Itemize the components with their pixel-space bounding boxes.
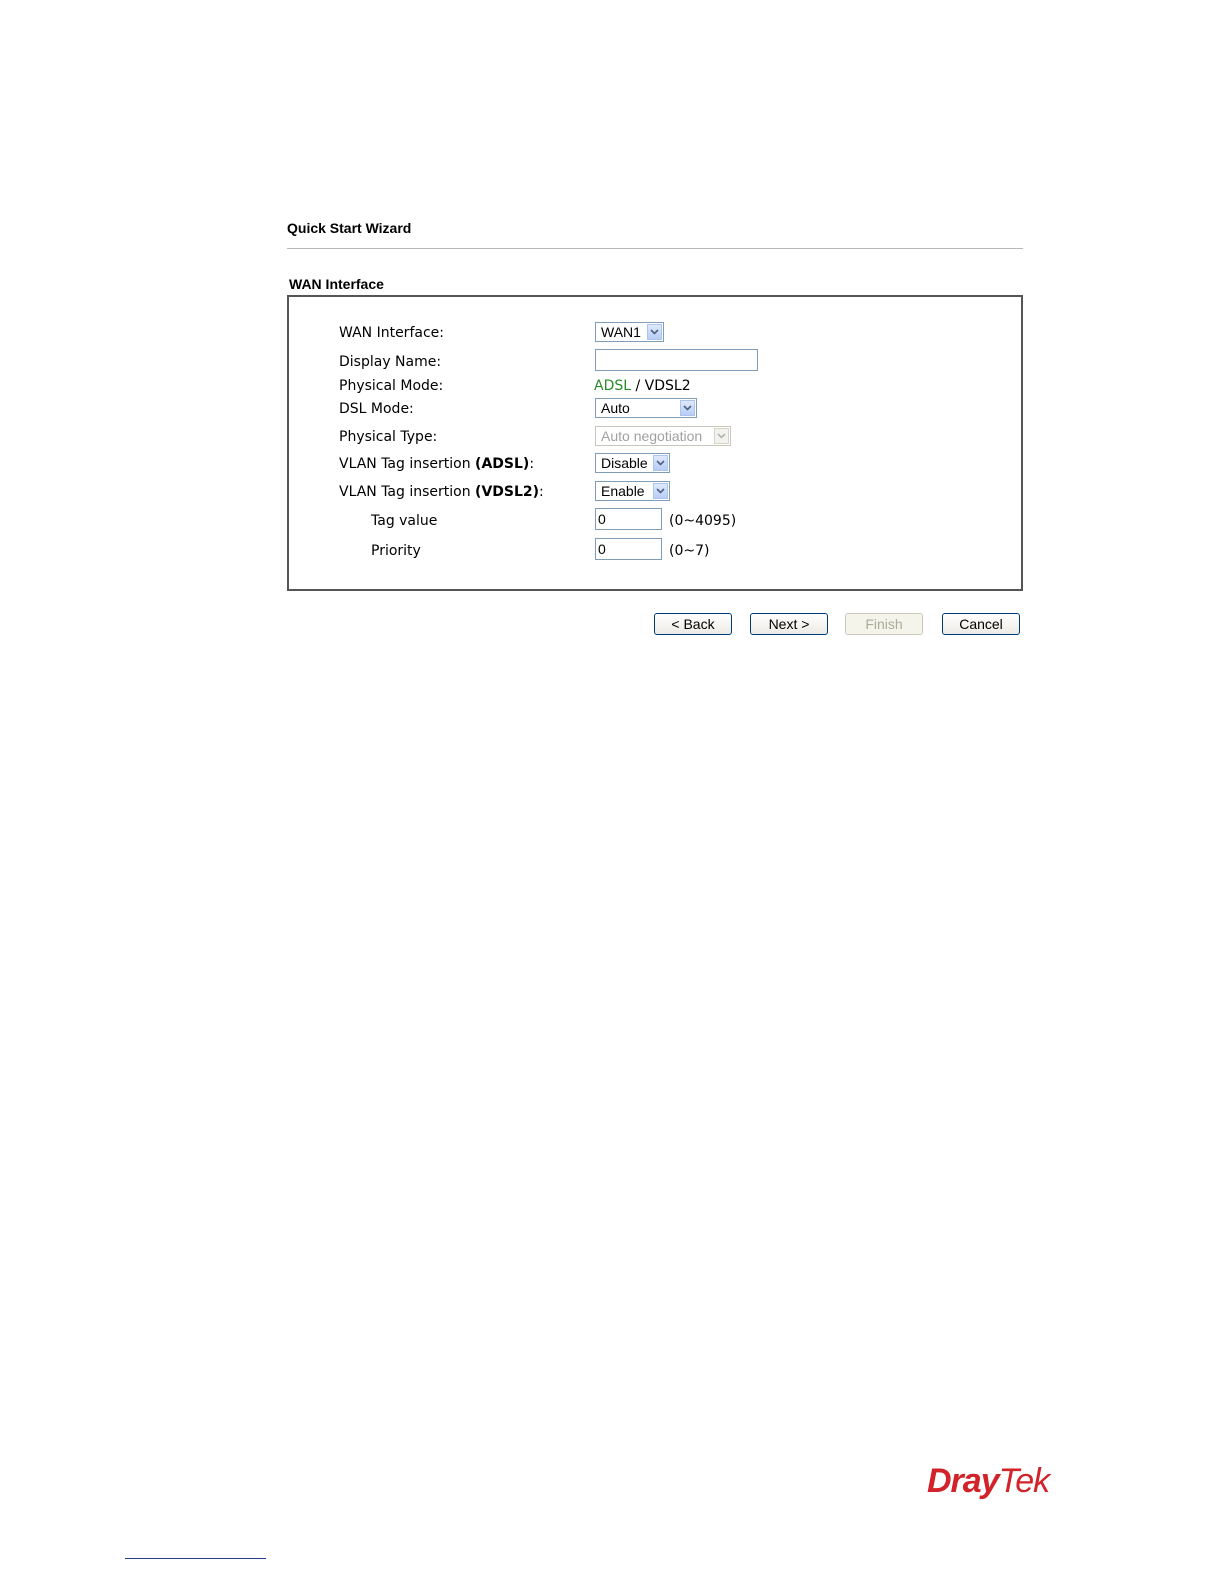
draytek-logo: DrayTek — [927, 1462, 1051, 1501]
wan-interface-label: WAN Interface: — [339, 325, 444, 341]
priority-label: Priority — [371, 543, 421, 559]
display-name-input[interactable] — [595, 349, 758, 371]
chevron-down-icon[interactable] — [647, 324, 662, 340]
tag-value-range: (0~4095) — [669, 513, 737, 529]
chevron-down-icon[interactable] — [653, 455, 668, 471]
section-title: WAN Interface — [289, 276, 384, 292]
physical-type-label: Physical Type: — [339, 429, 438, 445]
physical-mode-value: ADSL / VDSL2 — [594, 377, 691, 395]
vlan-vdsl2-select[interactable]: Enable — [595, 481, 670, 501]
tag-value-input[interactable]: 0 — [595, 508, 662, 530]
dsl-mode-select[interactable]: Auto — [595, 398, 697, 418]
chevron-down-icon[interactable] — [653, 483, 668, 499]
display-name-label: Display Name: — [339, 354, 442, 370]
next-button[interactable]: Next > — [750, 613, 828, 635]
cancel-button[interactable]: Cancel — [942, 613, 1020, 635]
chevron-down-icon — [714, 428, 729, 444]
vlan-adsl-label-prefix: VLAN Tag insertion — [339, 456, 476, 472]
wizard-title: Quick Start Wizard — [287, 220, 412, 236]
physical-mode-adsl: ADSL — [594, 378, 632, 394]
physical-mode-separator: / — [631, 378, 645, 394]
vlan-vdsl2-label-prefix: VLAN Tag insertion — [339, 484, 476, 500]
title-divider — [287, 248, 1023, 249]
vlan-vdsl2-label: VLAN Tag insertion (VDSL2): — [339, 483, 544, 501]
dsl-mode-value: Auto — [601, 400, 630, 416]
priority-input[interactable]: 0 — [595, 538, 662, 560]
footer-divider — [125, 1558, 266, 1559]
vlan-adsl-value: Disable — [601, 455, 648, 471]
wan-interface-value: WAN1 — [601, 324, 641, 340]
finish-button: Finish — [845, 613, 923, 635]
vlan-vdsl2-label-bold: (VDSL2) — [475, 484, 540, 500]
vlan-adsl-label: VLAN Tag insertion (ADSL): — [339, 455, 534, 473]
vlan-adsl-label-bold: (ADSL) — [475, 456, 530, 472]
physical-type-select: Auto negotiation — [595, 426, 731, 446]
tag-value-label: Tag value — [371, 513, 438, 529]
logo-dray: Dray — [927, 1462, 1000, 1500]
physical-type-value: Auto negotiation — [601, 428, 703, 444]
chevron-down-icon[interactable] — [680, 400, 695, 416]
dsl-mode-label: DSL Mode: — [339, 401, 414, 417]
wan-interface-select[interactable]: WAN1 — [595, 322, 664, 342]
physical-mode-label: Physical Mode: — [339, 378, 444, 394]
vlan-vdsl2-label-suffix: : — [539, 484, 544, 500]
vlan-adsl-label-suffix: : — [529, 456, 535, 472]
priority-range: (0~7) — [669, 543, 710, 559]
vlan-vdsl2-value: Enable — [601, 483, 645, 499]
vlan-adsl-select[interactable]: Disable — [595, 453, 670, 473]
physical-mode-vdsl2: VDSL2 — [644, 378, 691, 394]
logo-tek: Tek — [998, 1462, 1051, 1500]
back-button[interactable]: < Back — [654, 613, 732, 635]
